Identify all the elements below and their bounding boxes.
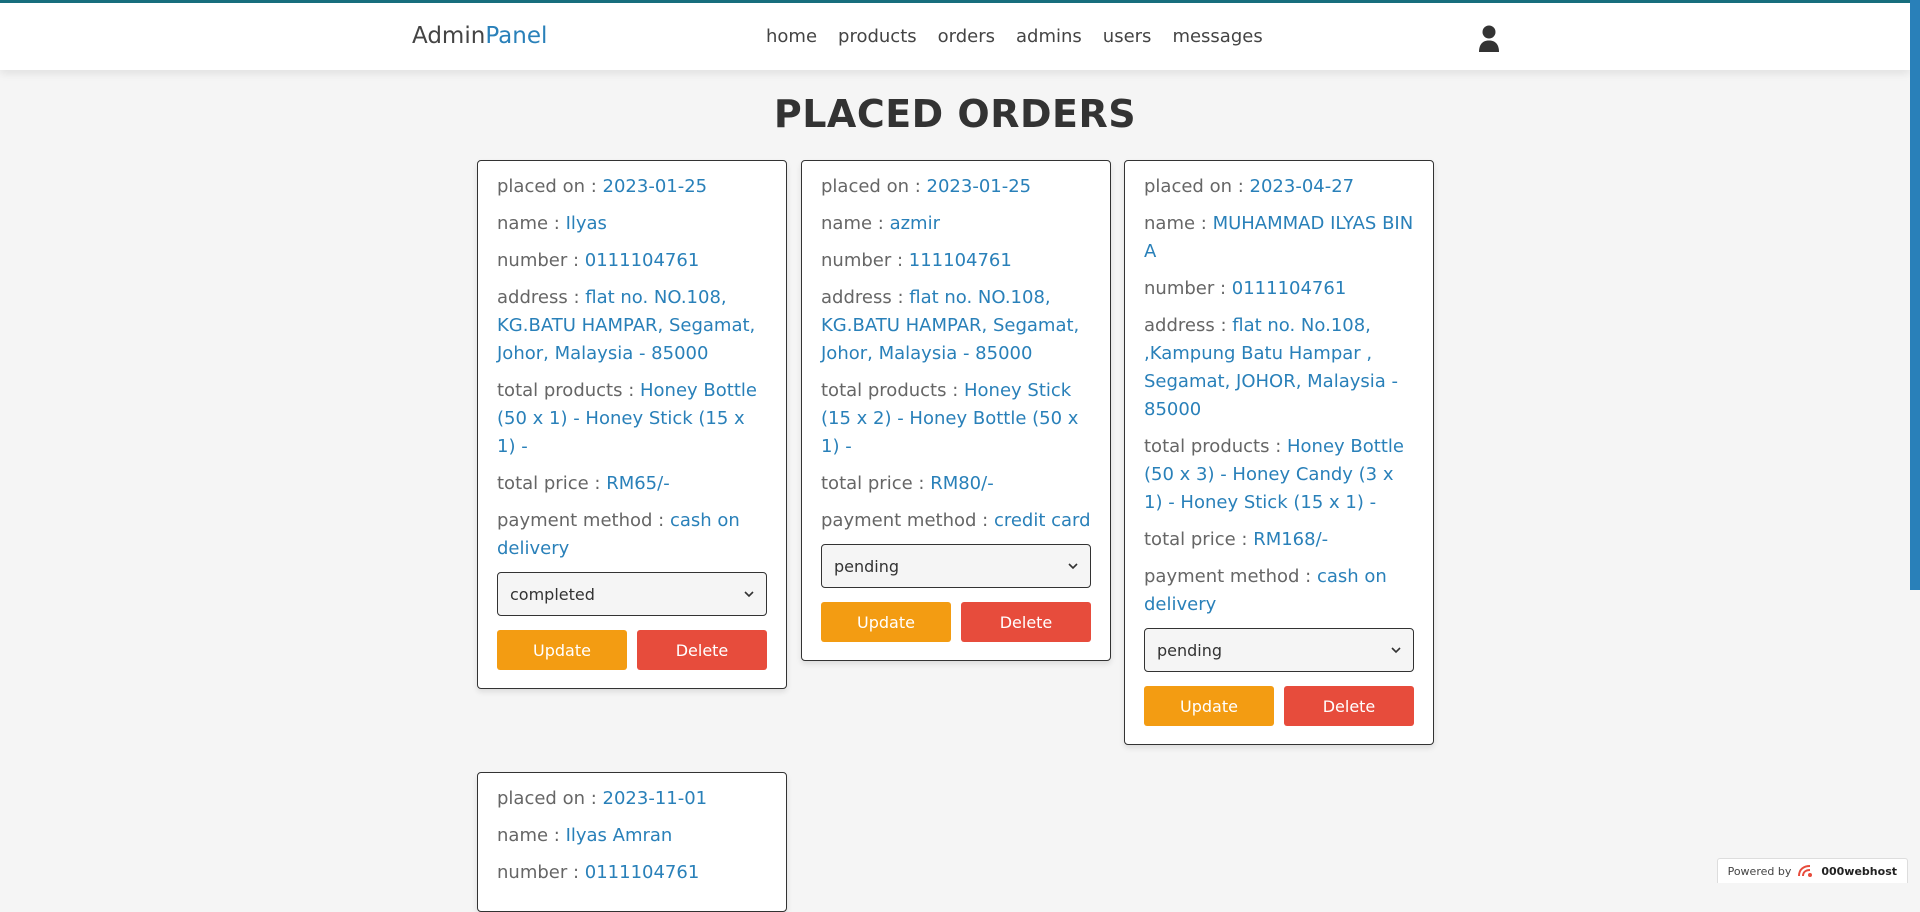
- number-row: number : 111104761: [821, 250, 1012, 271]
- chevron-down-icon: [744, 591, 754, 598]
- card-actions: Update Delete: [821, 602, 1091, 642]
- admin-panel-logo[interactable]: AdminPanel: [412, 23, 547, 49]
- webhost-logo-icon: [1798, 865, 1813, 877]
- top-header: AdminPanel home products orders admins u…: [0, 0, 1910, 70]
- user-icon[interactable]: [1478, 25, 1500, 53]
- order-card: placed on : 2023-11-01 name : Ilyas Amra…: [477, 772, 787, 912]
- status-select[interactable]: completed: [497, 572, 767, 616]
- update-button[interactable]: Update: [821, 602, 951, 642]
- nav-users[interactable]: users: [1103, 26, 1152, 47]
- total-products-row: total products : Honey Bottle (50 x 3) -…: [1144, 436, 1404, 513]
- delete-button[interactable]: Delete: [637, 630, 767, 670]
- delete-button[interactable]: Delete: [961, 602, 1091, 642]
- chevron-down-icon: [1068, 563, 1078, 570]
- status-select[interactable]: pending: [1144, 628, 1414, 672]
- name-row: name : Ilyas: [497, 213, 607, 234]
- status-value: completed: [510, 584, 595, 604]
- logo-accent-text: Panel: [485, 23, 548, 49]
- scrollbar-thumb[interactable]: [1910, 0, 1920, 590]
- powered-by-text: Powered by: [1727, 864, 1792, 878]
- order-card: placed on : 2023-01-25 name : azmir numb…: [801, 160, 1111, 661]
- card-actions: Update Delete: [497, 630, 767, 670]
- nav-orders[interactable]: orders: [938, 26, 995, 47]
- address-row: address : flat no. No.108, ,Kampung Batu…: [1144, 315, 1399, 420]
- status-value: pending: [834, 556, 900, 576]
- placed-on-row: placed on : 2023-04-27: [1144, 176, 1355, 197]
- main-nav: home products orders admins users messag…: [766, 26, 1263, 47]
- status-select[interactable]: pending: [821, 544, 1091, 588]
- chevron-down-icon: [1391, 647, 1401, 654]
- total-products-row: total products : Honey Bottle (50 x 1) -…: [497, 380, 757, 457]
- name-row: name : azmir: [821, 213, 940, 234]
- nav-products[interactable]: products: [838, 26, 917, 47]
- order-card: placed on : 2023-01-25 name : Ilyas numb…: [477, 160, 787, 689]
- order-card: placed on : 2023-04-27 name : MUHAMMAD I…: [1124, 160, 1434, 745]
- nav-messages[interactable]: messages: [1172, 26, 1262, 47]
- status-value: pending: [1157, 640, 1223, 660]
- payment-method-row: payment method : cash on delivery: [1144, 566, 1387, 615]
- payment-method-row: payment method : cash on delivery: [497, 510, 740, 559]
- total-price-row: total price : RM168/-: [1144, 529, 1329, 550]
- address-row: address : flat no. NO.108, KG.BATU HAMPA…: [821, 287, 1080, 364]
- webhost-brand: 000webhost: [1821, 864, 1897, 878]
- placed-on-row: placed on : 2023-01-25: [497, 176, 708, 197]
- name-row: name : MUHAMMAD ILYAS BIN A: [1144, 213, 1414, 262]
- address-row: address : flat no. NO.108, KG.BATU HAMPA…: [497, 287, 756, 364]
- number-row: number : 0111104761: [497, 250, 700, 271]
- placed-on-row: placed on : 2023-01-25: [821, 176, 1032, 197]
- total-price-row: total price : RM65/-: [497, 473, 670, 494]
- number-row: number : 0111104761: [1144, 278, 1347, 299]
- total-price-row: total price : RM80/-: [821, 473, 994, 494]
- name-row: name : Ilyas Amran: [497, 825, 673, 846]
- nav-admins[interactable]: admins: [1016, 26, 1082, 47]
- total-products-row: total products : Honey Stick (15 x 2) - …: [821, 380, 1079, 457]
- placed-on-row: placed on : 2023-11-01: [497, 788, 708, 809]
- powered-by-badge[interactable]: Powered by 000webhost: [1716, 858, 1908, 883]
- page-title: PLACED ORDERS: [773, 92, 1137, 136]
- update-button[interactable]: Update: [497, 630, 627, 670]
- nav-home[interactable]: home: [766, 26, 817, 47]
- card-actions: Update Delete: [1144, 686, 1414, 726]
- update-button[interactable]: Update: [1144, 686, 1274, 726]
- logo-main-text: Admin: [412, 23, 486, 49]
- payment-method-row: payment method : credit card: [821, 510, 1091, 531]
- delete-button[interactable]: Delete: [1284, 686, 1414, 726]
